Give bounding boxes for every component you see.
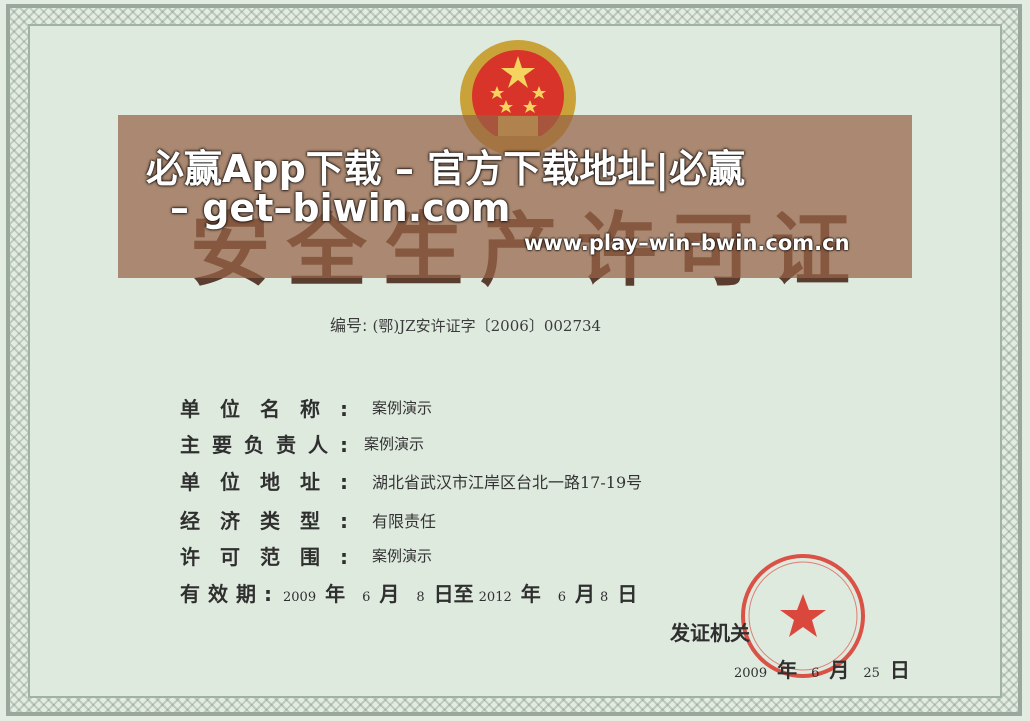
- issuing-authority: 发证机关: [670, 621, 750, 645]
- certificate-number-label: 编号:: [330, 316, 368, 335]
- start-year: 2009: [283, 590, 317, 605]
- field-row: 单位名称: 案例演示: [180, 393, 432, 422]
- end-month-unit: 月: [575, 582, 596, 606]
- start-month: 6: [362, 590, 371, 605]
- field-label: 单位地址:: [180, 470, 368, 494]
- issue-year: 2009: [734, 666, 768, 681]
- issue-day: 25: [863, 666, 880, 681]
- certificate-number-value: (鄂)JZ安许证字〔2006〕002734: [372, 317, 602, 335]
- validity-period: 有效期: 2009 年 6 月 8 日至 2012 年 6 月 8 日: [180, 578, 651, 607]
- end-year-unit: 年: [520, 582, 541, 606]
- day-to: 日至: [433, 582, 474, 606]
- field-label: 经济类型:: [180, 509, 368, 533]
- watermark-line-2: – get–biwin.com: [170, 186, 511, 230]
- field-row: 经济类型: 有限责任: [180, 505, 436, 534]
- validity-label: 有效期:: [180, 582, 280, 606]
- field-row: 单位地址: 湖北省武汉市江岸区台北一路17-19号: [180, 466, 642, 495]
- year-unit: 年: [325, 582, 346, 606]
- issue-day-unit: 日: [889, 658, 910, 682]
- watermark-url: www.play–win–bwin.com.cn: [524, 231, 850, 255]
- issue-month: 6: [811, 666, 820, 681]
- issue-date: 2009 年 6 月 25 日: [730, 654, 920, 683]
- end-year: 2012: [478, 590, 512, 605]
- field-value: 湖北省武汉市江岸区台北一路17-19号: [372, 472, 643, 492]
- field-label: 主要负责人:: [180, 433, 360, 457]
- watermark-line-1: 必赢App下载 – 官方下载地址|必赢: [146, 147, 746, 191]
- issue-month-unit: 月: [829, 658, 850, 682]
- certificate-number: 编号: (鄂)JZ安许证字〔2006〕002734: [330, 312, 601, 336]
- field-value: 案例演示: [372, 547, 433, 565]
- end-day-unit: 日: [617, 582, 638, 606]
- field-value: 案例演示: [364, 435, 425, 453]
- field-value: 有限责任: [372, 511, 437, 531]
- field-value: 案例演示: [372, 399, 433, 417]
- certificate-page: 安 全 生 产 许 可 证 必赢App下载 – 官方下载地址|必赢 – get–…: [0, 0, 1030, 721]
- field-label: 许可范围:: [180, 545, 368, 569]
- end-month: 6: [557, 590, 567, 605]
- issue-year-unit: 年: [777, 658, 798, 682]
- field-row: 许可范围: 案例演示: [180, 541, 432, 570]
- field-row: 主要负责人: 案例演示: [180, 429, 424, 458]
- field-label: 单位名称:: [180, 397, 368, 421]
- end-day: 8: [600, 590, 609, 605]
- month-unit: 月: [379, 582, 400, 606]
- start-day: 8: [416, 590, 425, 605]
